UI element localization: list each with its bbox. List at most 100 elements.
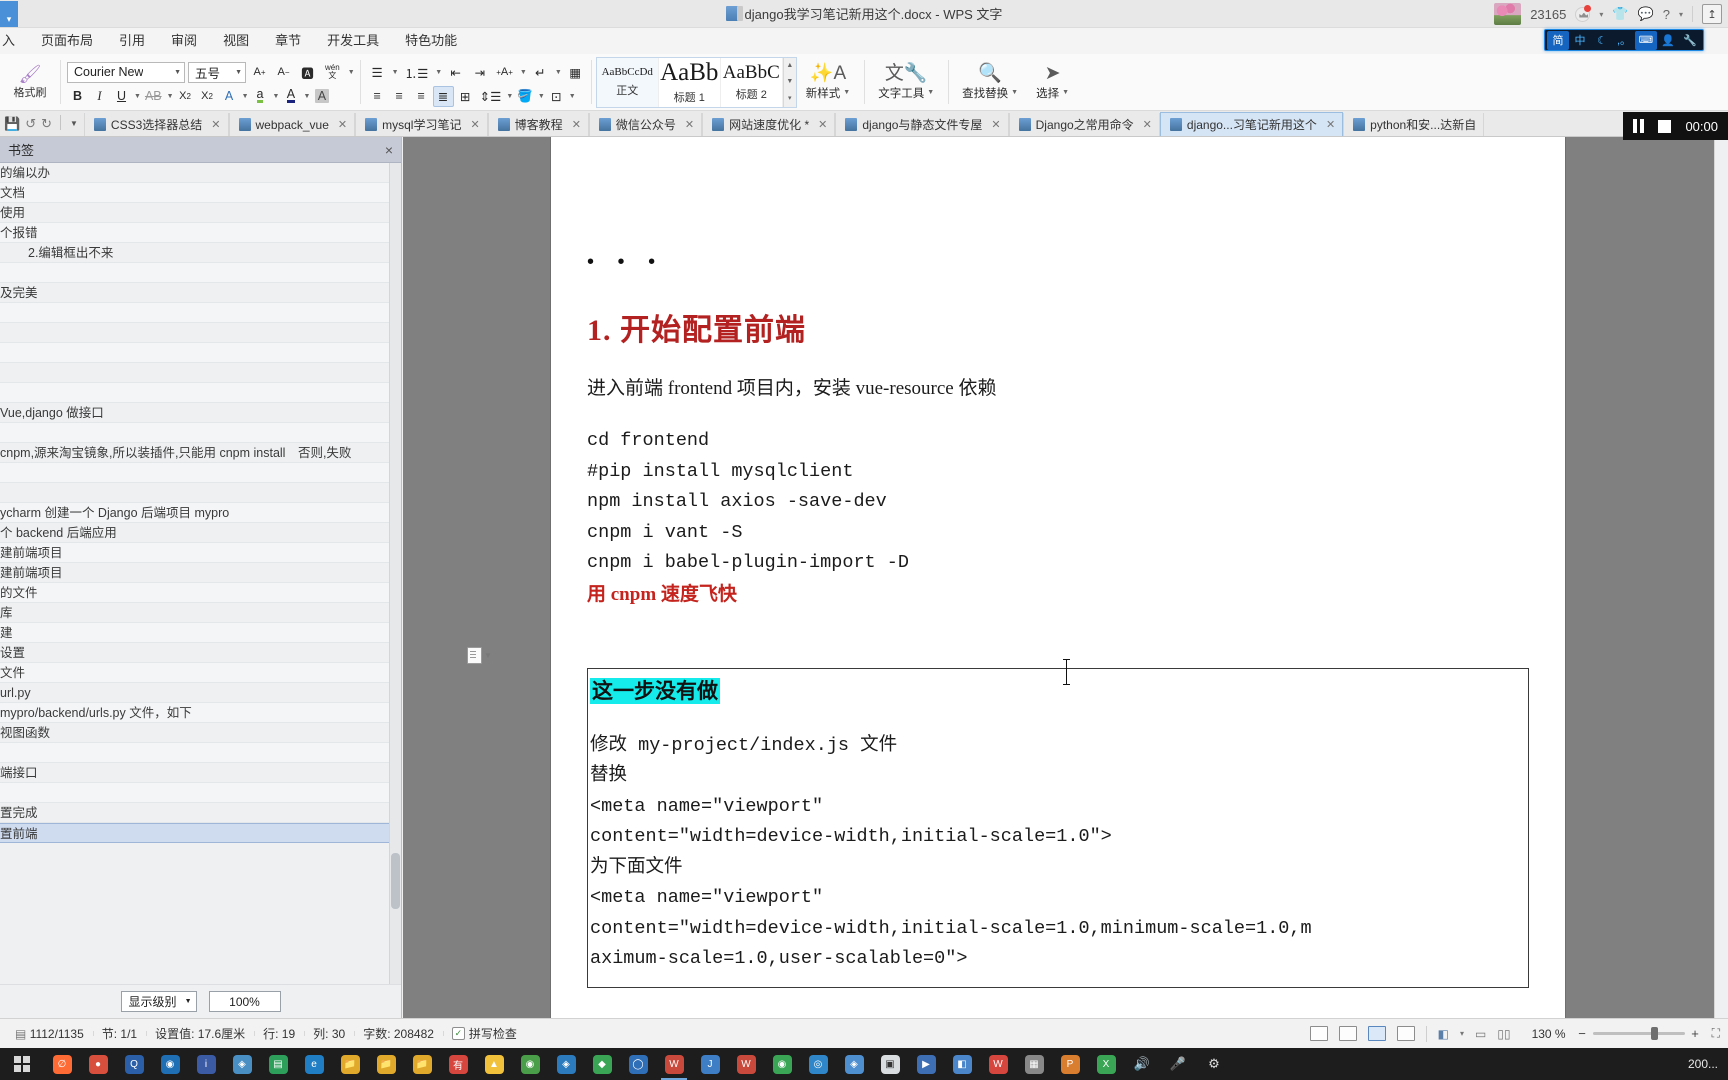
doc-tab-9[interactable]: python和安...达新自 [1343,113,1485,136]
doc-tab-3[interactable]: 博客教程 ✕ [487,113,589,136]
taskbar-app-2[interactable]: ● [80,1048,116,1080]
font-name-combobox[interactable]: Courier New ▼ [67,61,185,83]
bookmark-item[interactable]: 设置 [0,643,389,663]
zoom-slider[interactable]: − + [1577,1026,1701,1041]
page-indicator[interactable]: ▤ 1112/1135 [6,1027,93,1041]
menu-item-developer-tools[interactable]: 开发工具 [314,28,392,54]
zoom-knob[interactable] [1650,1027,1658,1040]
taskbar-tray-mic[interactable]: 🎤 [1160,1048,1196,1080]
chevron-down-icon[interactable]: ▼ [555,69,562,76]
asian-layout-button[interactable]: + A + [493,62,516,83]
close-icon[interactable]: ✕ [1143,118,1152,131]
share-icon[interactable]: ↥ [1702,4,1722,24]
taskbar-tray-settings[interactable]: ⚙ [1196,1048,1232,1080]
bookmark-item[interactable] [0,343,389,363]
taskbar-app-16[interactable]: ◆ [584,1048,620,1080]
bookmark-item[interactable]: 文档 [0,183,389,203]
keyboard-icon[interactable]: ⌨ [1635,30,1657,50]
format-painter-button[interactable]: 🖌 格式刷 [5,65,55,100]
chevron-down-icon[interactable]: ▼ [484,651,492,660]
chevron-down-icon[interactable]: ▾ [1460,1029,1464,1038]
shirt-icon[interactable]: 👕 [1612,6,1628,22]
style-heading-1[interactable]: AaBb 标题 1 [659,57,721,107]
distribute-button[interactable]: ⊞ [455,86,476,107]
bookmark-item[interactable]: 端接口 [0,763,389,783]
bookmarks-list[interactable]: 的编以办 文档 使用 个报错 2.编辑框出不来 及完美 Vue,django 做接口 cnpm… [0,163,389,984]
close-icon[interactable]: ✕ [211,118,220,131]
close-icon[interactable]: ✕ [572,118,581,131]
taskbar-app-7[interactable]: ▤ [260,1048,296,1080]
taskbar-app-4[interactable]: ◉ [152,1048,188,1080]
chevron-down-icon[interactable]: ▾ [1599,10,1603,19]
taskbar-clock[interactable]: 200... [1688,1057,1728,1071]
document-canvas[interactable]: • • • 1. 开始配置前端 进入前端 frontend 项目内，安装 vue… [403,137,1728,1018]
shrink-font-button[interactable]: A − [273,62,294,83]
doc-tab-5[interactable]: 网站速度优化 * ✕ [702,113,836,136]
chevron-down-icon[interactable]: ▼ [348,69,355,76]
taskbar-app-14[interactable]: ◉ [512,1048,548,1080]
bookmark-item[interactable]: 个报错 [0,223,389,243]
menu-item-view[interactable]: 视图 [210,28,262,54]
bookmark-item[interactable]: 使用 [0,203,389,223]
taskbar-app-9[interactable]: 📁 [332,1048,368,1080]
taskbar-app-13[interactable]: ▲ [476,1048,512,1080]
fit-page-icon[interactable]: ⛶ [1712,1026,1720,1041]
chevron-down-icon[interactable]: ▼ [569,93,576,100]
new-style-button[interactable]: ✨A 新样式 ▼ [797,63,859,101]
doc-tab-2[interactable]: mysql学习笔记 ✕ [355,113,488,136]
chevron-down-icon[interactable]: ▼ [242,93,249,100]
taskbar-app-10[interactable]: 📁 [368,1048,404,1080]
zoom-out-button[interactable]: − [1577,1026,1588,1041]
bookmark-item[interactable]: 的编以办 [0,163,389,183]
subscript-button[interactable]: X2 [197,86,218,107]
close-icon[interactable]: ✕ [1326,118,1335,131]
bookmark-item[interactable]: mypro/backend/urls.py 文件，如下 [0,703,389,723]
bookmark-item[interactable] [0,463,389,483]
character-shading-button[interactable]: A [311,86,332,107]
view-print-layout-icon[interactable] [1309,1026,1328,1041]
close-icon[interactable]: ✕ [685,118,694,131]
menu-item-review[interactable]: 审阅 [158,28,210,54]
italic-button[interactable]: I [89,86,110,107]
clear-formatting-button[interactable]: 🅰 [297,62,318,83]
punctuation-icon[interactable]: ,。 [1613,31,1635,50]
chevron-down-icon[interactable]: ▼ [520,69,527,76]
taskbar-app-15[interactable]: ◈ [548,1048,584,1080]
bookmark-item[interactable]: 视图函数 [0,723,389,743]
numbered-list-button[interactable]: ⒈☰ [402,62,432,83]
chevron-down-icon[interactable]: ▼ [167,93,174,100]
taskbar-app-5[interactable]: i [188,1048,224,1080]
word-count-indicator[interactable]: 字数: 208482 [354,1025,443,1042]
bookmark-item[interactable]: 置完成 [0,803,389,823]
zoom-in-button[interactable]: + [1690,1026,1701,1041]
chevron-down-icon[interactable]: ▼ [273,93,280,100]
taskbar-app-19[interactable]: J [692,1048,728,1080]
single-page-icon[interactable]: ▭ [1475,1027,1486,1041]
superscript-button[interactable]: X2 [175,86,196,107]
bookmark-item[interactable] [0,743,389,763]
double-page-icon[interactable]: ▯▯ [1497,1027,1510,1041]
bold-button[interactable]: B [67,86,88,107]
save-icon[interactable]: 💾 [4,116,20,132]
close-icon[interactable]: ✕ [818,118,827,131]
text-effects-button[interactable]: A [219,86,240,107]
bookmark-item[interactable]: 建 [0,623,389,643]
chevron-down-icon[interactable]: ▼ [392,69,399,76]
align-right-button[interactable]: ≡ [411,86,432,107]
justify-button[interactable]: ≣ [432,85,454,107]
align-left-button[interactable]: ≡ [367,86,388,107]
page-nav-icon[interactable]: ◧ [1438,1027,1449,1041]
doc-tab-7[interactable]: Django之常用命令 ✕ [1008,113,1160,136]
align-center-button[interactable]: ≡ [389,86,410,107]
line-break-button[interactable]: ↵ [530,62,551,83]
grow-font-button[interactable]: A + [249,62,270,83]
panel-zoom-value[interactable]: 100% [208,991,281,1012]
stop-icon[interactable] [1658,119,1672,133]
bullet-list-button[interactable]: ☰ [367,62,388,83]
paragraph-mark-indicator[interactable]: ▼ [467,643,507,667]
close-icon[interactable]: ✕ [991,118,1000,131]
menu-item-special-features[interactable]: 特色功能 [392,28,470,54]
scroll-down-icon[interactable]: ▼ [784,74,796,90]
moon-icon[interactable]: ☾ [1591,31,1613,50]
bookmark-item[interactable]: ycharm 创建一个 Django 后端项目 mypro [0,503,389,523]
